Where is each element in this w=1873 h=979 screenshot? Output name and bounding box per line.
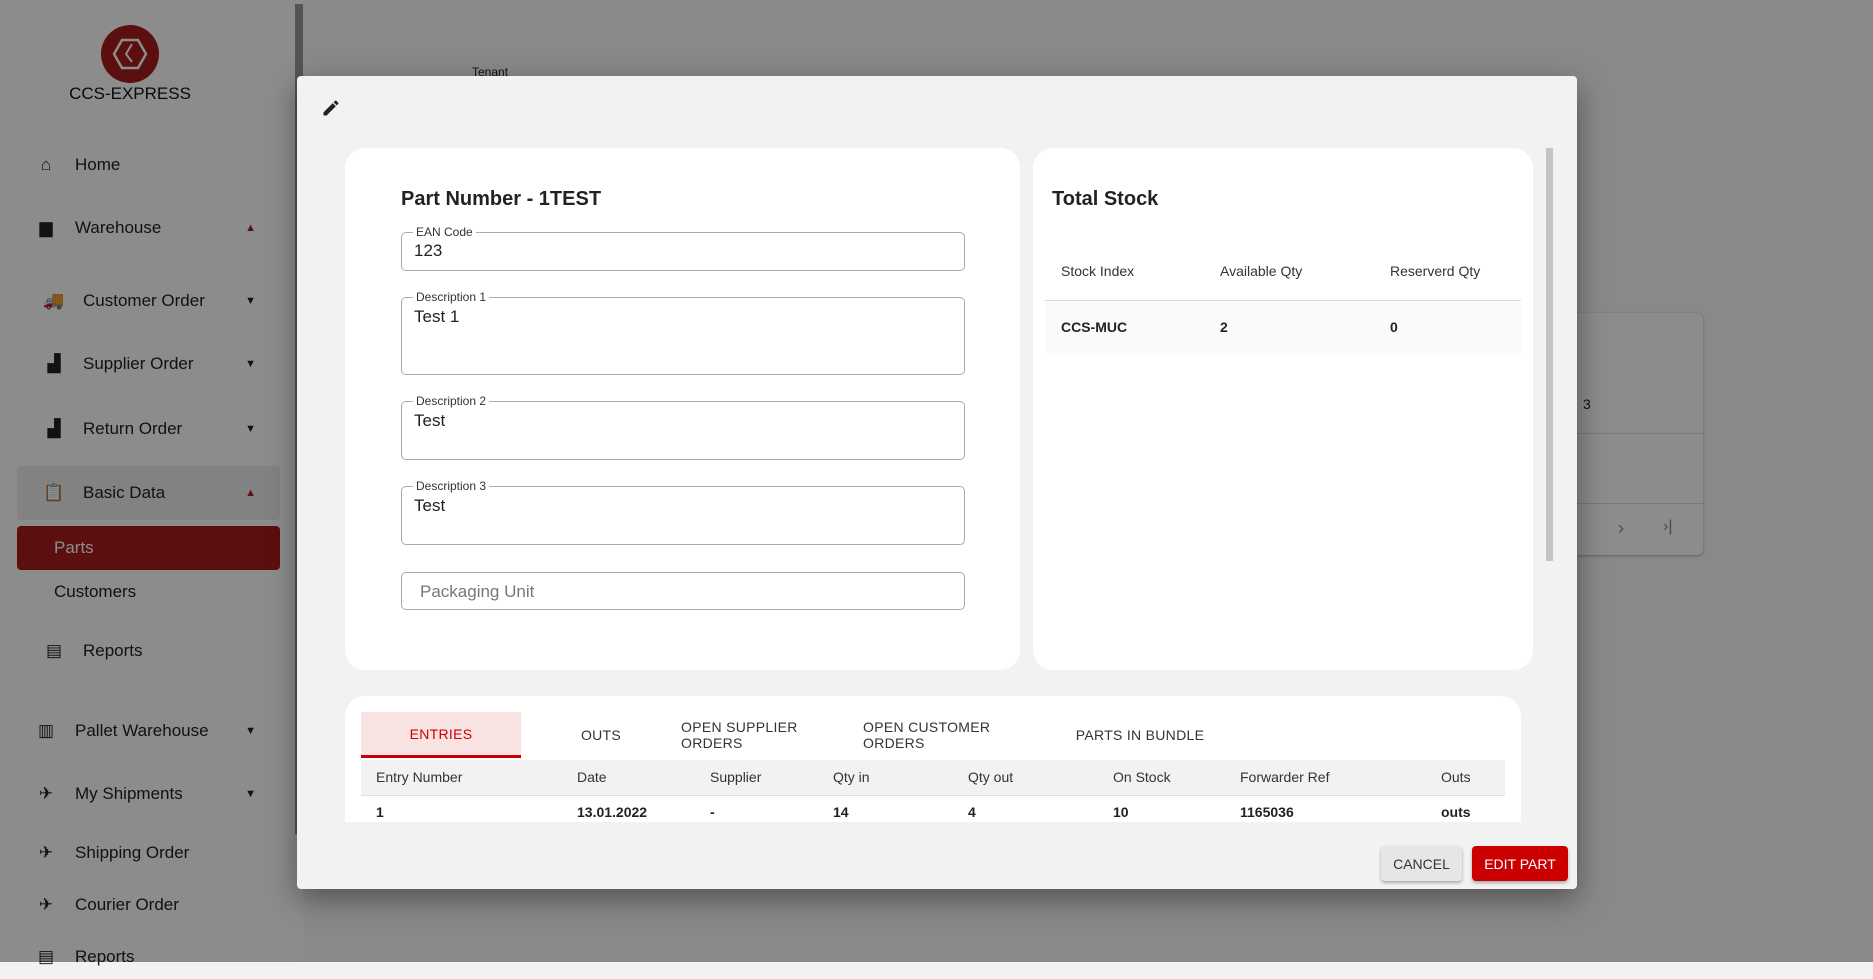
- part-title: Part Number - 1TEST: [401, 188, 601, 211]
- table-row: CCS-MUC 2 0: [1045, 300, 1521, 353]
- dialog-scrollbar[interactable]: [1546, 148, 1553, 561]
- column-header: Reserverd Qty: [1390, 263, 1480, 279]
- edit-part-button[interactable]: EDIT PART: [1472, 846, 1568, 881]
- column-header: Available Qty: [1220, 263, 1302, 279]
- field-value: 123: [414, 241, 442, 261]
- field-label: Description 3: [413, 479, 489, 493]
- field-value: Test: [414, 411, 445, 431]
- field-label: Description 1: [413, 290, 489, 304]
- column-header: Forwarder Ref: [1240, 769, 1329, 785]
- field-value: Test: [414, 496, 445, 516]
- cell: 14: [833, 804, 849, 820]
- tab-open-customer-orders[interactable]: OPEN CUSTOMER ORDERS: [863, 712, 1047, 758]
- column-header: Date: [577, 769, 607, 785]
- column-header: Supplier: [710, 769, 761, 785]
- description-3-field[interactable]: Description 3Test: [401, 486, 965, 545]
- field-placeholder: Packaging Unit: [420, 582, 534, 602]
- column-header: Qty in: [833, 769, 870, 785]
- edit-pencil-icon: [321, 98, 341, 123]
- cell: CCS-MUC: [1061, 319, 1127, 335]
- cancel-button[interactable]: CANCEL: [1381, 846, 1462, 881]
- tab-entries[interactable]: ENTRIES: [361, 712, 521, 758]
- cell: 10: [1113, 804, 1129, 820]
- tab-outs[interactable]: OUTS: [541, 712, 661, 758]
- column-header: Outs: [1441, 769, 1471, 785]
- total-stock-title: Total Stock: [1052, 188, 1158, 211]
- field-label: EAN Code: [413, 225, 476, 239]
- table-row: 1 13.01.2022 - 14 4 10 1165036 outs: [361, 804, 1505, 824]
- field-value: Test 1: [414, 307, 459, 327]
- ean-code-field[interactable]: EAN Code123: [401, 232, 965, 271]
- description-2-field[interactable]: Description 2Test: [401, 401, 965, 460]
- tab-open-supplier-orders[interactable]: OPEN SUPPLIER ORDERS: [681, 712, 853, 758]
- part-dialog: Part Number - 1TEST EAN Code123 Descript…: [297, 76, 1577, 889]
- column-header: Stock Index: [1061, 263, 1134, 279]
- outs-link[interactable]: outs: [1441, 804, 1471, 820]
- field-label: Description 2: [413, 394, 489, 408]
- column-header: On Stock: [1113, 769, 1171, 785]
- cell: 2: [1220, 319, 1228, 335]
- cell: 13.01.2022: [577, 804, 647, 820]
- cell: 1165036: [1240, 804, 1294, 820]
- cell: 0: [1390, 319, 1398, 335]
- tab-bar: ENTRIES OUTS OPEN SUPPLIER ORDERS OPEN C…: [361, 712, 1505, 758]
- cell: -: [710, 804, 715, 820]
- column-header: Qty out: [968, 769, 1013, 785]
- part-details-card: Part Number - 1TEST EAN Code123 Descript…: [345, 148, 1020, 670]
- cell: 4: [968, 804, 976, 820]
- column-header: Entry Number: [376, 769, 462, 785]
- description-1-field[interactable]: Description 1Test 1: [401, 297, 965, 375]
- packaging-unit-field[interactable]: Packaging Unit: [401, 572, 965, 610]
- history-card: ENTRIES OUTS OPEN SUPPLIER ORDERS OPEN C…: [345, 696, 1521, 822]
- tab-parts-in-bundle[interactable]: PARTS IN BUNDLE: [1061, 712, 1219, 758]
- entries-header-row: Entry Number Date Supplier Qty in Qty ou…: [361, 760, 1505, 796]
- cell: 1: [376, 804, 384, 820]
- total-stock-card: Total Stock Stock Index Available Qty Re…: [1033, 148, 1533, 670]
